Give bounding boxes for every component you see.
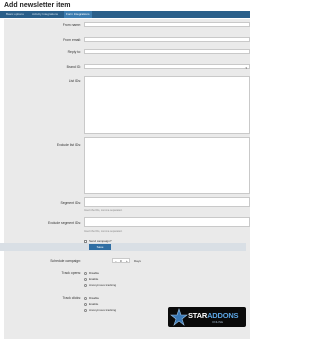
exclude-list-ids-label: Exclude list IDs: (56, 143, 81, 147)
logo-text: STARADDONS (188, 311, 239, 320)
schedule-value: 0 (120, 259, 122, 263)
star-logo-icon (170, 308, 188, 326)
from-email-label: From email: (63, 38, 81, 42)
schedule-campaign-label: Schedule campaign: (50, 259, 81, 263)
list-ids-textarea[interactable] (84, 76, 250, 134)
brand-id-select[interactable]: ▾ (84, 64, 250, 70)
track-clicks-option-disable[interactable]: Disable (84, 296, 99, 300)
page-title: Add newsletter item (4, 2, 71, 9)
track-opens-option-anonymous[interactable]: Anonymous tracking (84, 283, 116, 287)
reply-to-label: Reply to: (67, 50, 81, 54)
track-clicks-enable-label: Enable (89, 302, 99, 306)
track-clicks-label: Track clicks: (62, 296, 81, 300)
tab-bar: Basic options Activity Integrations Form… (0, 11, 250, 18)
from-email-input[interactable] (84, 37, 250, 42)
radio-icon[interactable] (84, 271, 87, 275)
tab-basic-options[interactable]: Basic options (4, 11, 26, 18)
from-name-input[interactable] (84, 22, 250, 27)
logo-subtext: ONLINE (212, 320, 224, 324)
tab-form-integrations[interactable]: Form Integrations (64, 11, 92, 18)
track-clicks-option-anonymous[interactable]: Anonymous tracking (84, 308, 116, 312)
exclude-segment-ids-label: Exclude segment IDs: (48, 221, 81, 225)
save-label: Save (96, 245, 104, 249)
tab-activity-integrations[interactable]: Activity Integrations (30, 11, 60, 18)
brand-id-label: Brand ID: (66, 65, 81, 69)
radio-icon[interactable] (84, 277, 87, 281)
newsletter-form: From name: From email: Reply to: Brand I… (4, 19, 250, 339)
logo-text-addons: ADDONS (207, 311, 239, 320)
track-opens-option-enable[interactable]: Enable (84, 277, 98, 281)
track-clicks-option-enable[interactable]: Enable (84, 302, 98, 306)
radio-icon[interactable] (84, 308, 87, 312)
exclude-list-ids-textarea[interactable] (84, 137, 250, 194)
track-opens-disable-label: Disable (89, 271, 100, 275)
schedule-unit: Days (134, 259, 141, 263)
exclude-segment-ids-input[interactable] (84, 217, 250, 227)
track-clicks-anonymous-label: Anonymous tracking (89, 308, 117, 312)
reply-to-input[interactable] (84, 49, 250, 54)
schedule-stepper[interactable]: − 0 + (112, 258, 130, 263)
list-ids-label: List IDs: (68, 79, 81, 83)
save-row (0, 243, 246, 251)
chevron-down-icon: ▾ (245, 66, 247, 70)
track-opens-label: Track opens: (61, 271, 81, 275)
segment-ids-label: Segment IDs: (60, 201, 81, 205)
plus-icon[interactable]: + (126, 259, 128, 263)
save-button[interactable]: Save (89, 244, 111, 250)
segment-ids-input[interactable] (84, 197, 250, 207)
minus-icon[interactable]: − (115, 259, 117, 263)
staraddons-logo: STARADDONS ONLINE (168, 307, 246, 327)
radio-icon[interactable] (84, 302, 87, 306)
track-opens-enable-label: Enable (89, 277, 99, 281)
logo-text-star: STAR (188, 311, 208, 320)
track-opens-option-disable[interactable]: Disable (84, 271, 99, 275)
track-opens-anonymous-label: Anonymous tracking (89, 283, 117, 287)
from-name-label: From name: (62, 23, 81, 27)
track-clicks-disable-label: Disable (89, 296, 100, 300)
exclude-segment-ids-help: Insert the IDs, comma separated. (84, 230, 123, 233)
radio-icon[interactable] (84, 283, 87, 287)
radio-icon[interactable] (84, 296, 87, 300)
segment-ids-help: Insert the IDs, comma separated. (84, 209, 123, 212)
